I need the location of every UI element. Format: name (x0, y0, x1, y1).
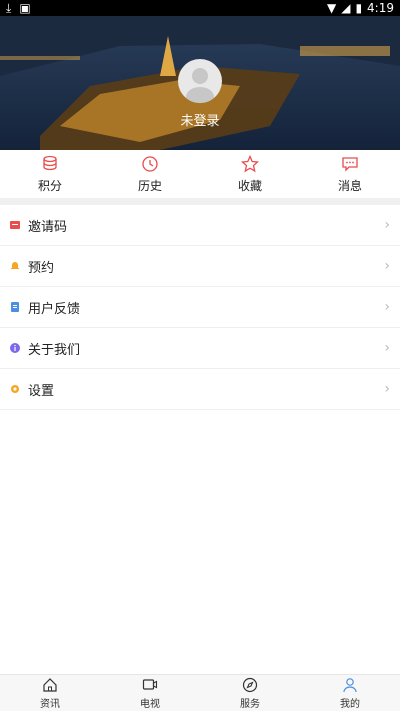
tab-label: 我的 (340, 698, 360, 710)
tab-tv[interactable]: 电视 (100, 675, 200, 711)
quick-action-messages[interactable]: 消息 (300, 150, 400, 198)
battery-icon: ▮ (355, 1, 363, 15)
quick-action-label: 历史 (137, 178, 162, 193)
menu-item-invite-code[interactable]: 邀请码 › (0, 205, 400, 246)
chevron-right-icon: › (384, 381, 390, 397)
settings-menu: 邀请码 › 预约 › 用户反馈 › 关于我们 › 设置 › (0, 205, 400, 410)
tab-mine[interactable]: 我的 (300, 675, 400, 711)
menu-item-label: 预约 (28, 260, 55, 276)
quick-action-history[interactable]: 历史 (100, 150, 200, 198)
tab-label: 电视 (140, 698, 160, 710)
info-icon (10, 343, 20, 353)
wifi-icon: ▼ (326, 1, 337, 15)
message-icon (342, 156, 358, 172)
history-icon (142, 155, 158, 172)
menu-item-about[interactable]: 关于我们 › (0, 328, 400, 369)
avatar[interactable] (178, 59, 222, 103)
user-icon (343, 677, 357, 692)
status-time: 4:19 (367, 1, 394, 15)
download-icon: ⤓ (6, 0, 12, 15)
feedback-icon (10, 302, 20, 312)
star-icon (241, 154, 259, 172)
compass-icon (242, 677, 258, 692)
chevron-right-icon: › (384, 258, 390, 274)
quick-action-label: 积分 (37, 178, 62, 193)
quick-action-favorites[interactable]: 收藏 (200, 150, 300, 198)
invite-code-icon (10, 220, 20, 230)
section-divider (0, 198, 400, 205)
tab-news[interactable]: 资讯 (0, 675, 100, 711)
quick-action-points[interactable]: 积分 (0, 150, 100, 198)
menu-item-feedback[interactable]: 用户反馈 › (0, 287, 400, 328)
menu-item-label: 邀请码 (28, 219, 68, 235)
quick-action-label: 收藏 (237, 178, 262, 193)
tab-services[interactable]: 服务 (200, 675, 300, 711)
menu-item-settings[interactable]: 设置 › (0, 369, 400, 410)
image-icon: ▣ (19, 1, 31, 15)
coins-icon (43, 155, 57, 170)
chevron-right-icon: › (384, 299, 390, 315)
home-icon (43, 677, 57, 692)
menu-item-label: 用户反馈 (28, 301, 81, 317)
gear-icon (10, 384, 20, 394)
bottom-tab-bar: 资讯 电视 服务 我的 (0, 674, 400, 711)
menu-item-label: 关于我们 (28, 342, 81, 358)
chevron-right-icon: › (384, 340, 390, 356)
signal-icon: ◢ (341, 1, 351, 15)
tab-label: 资讯 (40, 698, 60, 710)
menu-item-label: 设置 (28, 383, 55, 399)
status-bar: ⤓ ▣ ▼ ◢ ▮ 4:19 (0, 0, 400, 16)
tv-icon (142, 678, 158, 690)
quick-action-label: 消息 (337, 178, 362, 193)
bell-icon (10, 261, 20, 271)
profile-header: 未登录 (0, 16, 400, 150)
tab-label: 服务 (240, 698, 260, 710)
chevron-right-icon: › (384, 217, 390, 233)
menu-item-reservation[interactable]: 预约 › (0, 246, 400, 287)
login-status[interactable]: 未登录 (0, 110, 400, 129)
quick-actions: 积分 历史 收藏 消息 (0, 150, 400, 198)
